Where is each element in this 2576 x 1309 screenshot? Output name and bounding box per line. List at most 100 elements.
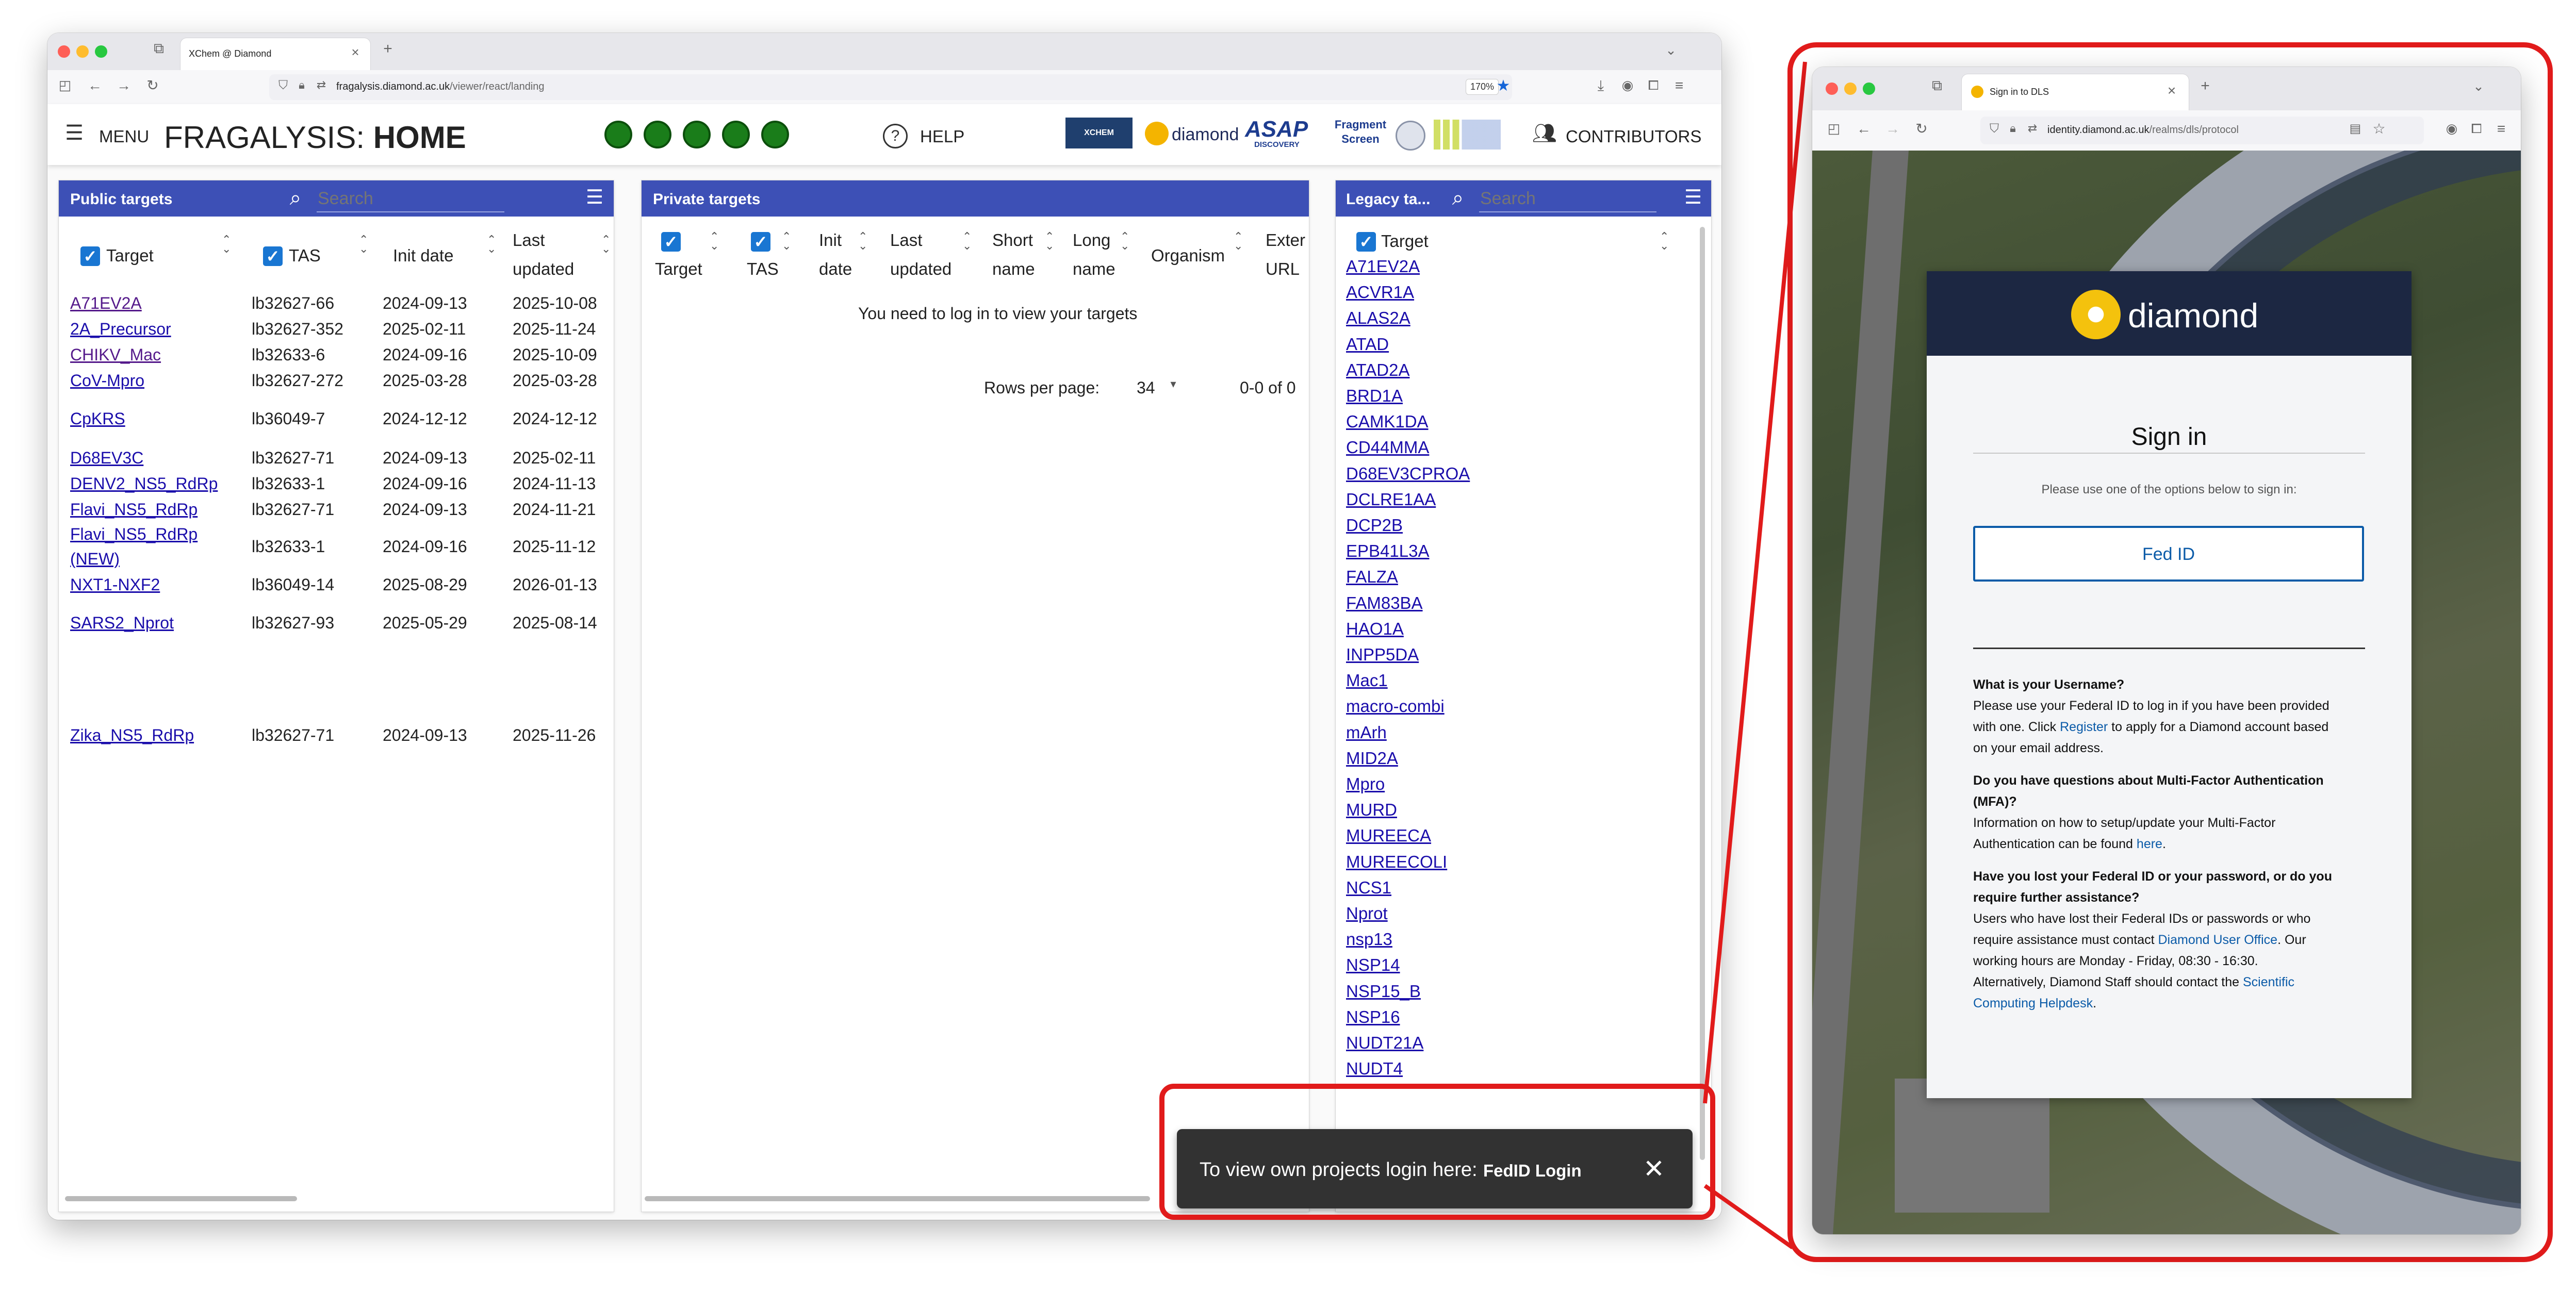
address-bar[interactable]: ⛉ 🔒︎ ⇄ identity.diamond.ac.uk/realms/dls… [1980,117,2424,144]
account-icon[interactable]: ◉ [1618,78,1637,92]
table-row[interactable]: A71EV2A lb32627-66 2024-09-13 2025-10-08 [59,290,614,316]
target-link[interactable]: NXT1-NXF2 [70,575,160,594]
legacy-target-link[interactable]: A71EV2A [1346,257,1420,276]
maximize-window-button[interactable] [95,45,107,58]
new-tab-icon[interactable]: + [2195,78,2216,94]
legacy-target-link[interactable]: CD44MMA [1346,438,1429,457]
table-row[interactable]: 2A_Precursor lb32627-352 2025-02-11 2025… [59,316,614,341]
public-targets-search-input[interactable] [317,186,504,212]
legacy-target-link[interactable]: BRD1A [1346,386,1403,406]
last-updated-column-header-line1[interactable]: Last [513,226,545,255]
table-row[interactable]: NXT1-NXF2 lb36049-14 2025-08-29 2026-01-… [59,573,614,599]
minimize-window-button[interactable] [76,45,89,58]
organism-sort-icon[interactable]: ⌃ ⌄ [1234,231,1243,252]
tas-sort-icon[interactable]: ⌃ ⌄ [782,231,791,252]
search-icon[interactable]: ⌕ [284,188,307,208]
contributors-button[interactable]: CONTRIBUTORS [1566,127,1701,146]
short-name-column-header-line2[interactable]: name [992,255,1035,284]
table-row[interactable]: Flavi_NS5_RdRp lb32627-71 2024-09-13 202… [59,496,614,522]
tab-groups-icon[interactable]: ⧉ [149,41,169,56]
organism-column-header[interactable]: Organism [1151,241,1225,270]
help-button[interactable]: HELP [920,127,964,146]
reader-view-icon[interactable]: ▤ [2347,123,2364,135]
extensions-icon[interactable]: ⧠ [1644,78,1663,92]
zoom-level-badge[interactable]: 170% [1466,79,1499,95]
new-tab-icon[interactable]: + [378,41,398,57]
target-sort-icon[interactable]: ⌃ ⌄ [1660,231,1669,252]
tas-column-header[interactable]: TAS [289,241,321,270]
sidebar-icon[interactable]: ◰ [1825,122,1843,135]
last-updated-column-header-line1[interactable]: Last [890,226,922,255]
close-tab-icon[interactable]: × [2164,84,2179,98]
bookmark-star-icon[interactable]: ☆ [2370,122,2388,136]
legacy-target-link[interactable]: ALAS2A [1346,308,1410,328]
target-sort-icon[interactable]: ⌃ ⌄ [710,231,719,252]
fedid-button[interactable]: Fed ID [1973,526,2364,582]
last-updated-column-header-line2[interactable]: updated [513,255,574,284]
legacy-target-link[interactable]: FALZA [1346,567,1398,587]
legacy-target-link[interactable]: NSP15_B [1346,982,1421,1001]
minimize-window-button[interactable] [1844,82,1857,95]
legacy-target-link[interactable]: DCP2B [1346,516,1403,535]
legacy-target-link[interactable]: nsp13 [1346,930,1392,949]
account-icon[interactable]: ◉ [2442,122,2461,135]
legacy-target-link[interactable]: mArh [1346,723,1387,742]
target-link[interactable]: CHIKV_Mac [70,345,161,364]
target-link[interactable]: 2A_Precursor [70,320,171,339]
help-icon[interactable]: ? [883,124,908,148]
table-row[interactable]: Zika_NS5_RdRp lb32627-71 2024-09-13 2025… [59,724,614,750]
legacy-targets-search-input[interactable] [1479,186,1656,212]
faq-link[interactable]: Scientific [2243,975,2294,989]
legacy-target-link[interactable]: ATAD2A [1346,360,1409,380]
tas-column-checkbox[interactable]: ✓ [751,232,770,252]
table-row[interactable]: CHIKV_Mac lb32633-6 2024-09-16 2025-10-0… [59,341,614,367]
last-updated-sort-icon[interactable]: ⌃ ⌄ [601,234,611,255]
legacy-target-link[interactable]: ACVR1A [1346,283,1414,302]
extensions-icon[interactable]: ⧠ [2467,122,2486,135]
tab-list-chevron-down-icon[interactable]: ⌄ [2468,79,2489,93]
target-link[interactable]: D68EV3C [70,449,143,468]
legacy-target-link[interactable]: ATAD [1346,335,1389,354]
table-row[interactable]: CpKRS lb36049-7 2024-12-12 2024-12-12 [59,405,614,431]
legacy-target-link[interactable]: NUDT4 [1346,1059,1403,1079]
legacy-target-link[interactable]: D68EV3CPROA [1346,464,1470,484]
target-link[interactable]: CpKRS [70,409,125,428]
target-column-checkbox[interactable]: ✓ [1356,232,1376,252]
tas-column-header[interactable]: TAS [747,255,779,284]
faq-link[interactable]: Register [2060,720,2108,734]
init-sort-icon[interactable]: ⌃ ⌄ [858,231,867,252]
last-sort-icon[interactable]: ⌃ ⌄ [962,231,972,252]
tab-sign-in[interactable]: Sign in to DLS × [1962,74,2189,110]
target-link[interactable]: A71EV2A [70,294,142,313]
tab-xchem[interactable]: XChem @ Diamond × [181,38,370,70]
legacy-target-link[interactable]: NUDT21A [1346,1033,1423,1053]
legacy-target-link[interactable]: MID2A [1346,749,1398,768]
back-icon[interactable]: ← [86,78,104,93]
long-name-column-header-line2[interactable]: name [1073,255,1115,284]
target-link[interactable]: Flavi_NS5_RdRp [70,525,198,544]
table-row[interactable]: DENV2_NS5_RdRp lb32633-1 2024-09-16 2024… [59,470,614,496]
target-link[interactable]: Flavi_NS5_RdRp [70,500,198,519]
target-link[interactable]: Zika_NS5_RdRp [70,726,194,745]
init-date-column-header[interactable]: Init date [393,241,453,270]
external-url-column-header-line1[interactable]: Exter [1266,226,1305,255]
tab-groups-icon[interactable]: ⧉ [1927,78,1947,93]
target-link-suffix[interactable]: (NEW) [70,550,120,569]
last-updated-column-header-line2[interactable]: updated [890,255,951,284]
faq-link[interactable]: Computing Helpdesk [1973,996,2093,1010]
menu-icon[interactable]: ☰ [63,123,86,143]
horizontal-scrollbar[interactable] [645,1196,1150,1201]
legacy-target-link[interactable]: MUREECA [1346,826,1431,846]
legacy-target-link[interactable]: NCS1 [1346,878,1391,898]
rows-per-page-select[interactable]: 34 ▾ [1135,374,1191,399]
target-link[interactable]: CoV-Mpro [70,371,144,390]
forward-icon[interactable]: → [114,78,133,93]
back-icon[interactable]: ← [1855,122,1873,136]
faq-link[interactable]: Diamond User Office [2158,933,2278,947]
menu-button[interactable]: MENU [99,127,149,146]
address-bar[interactable]: ⛉ 🔒︎ ⇄ fragalysis.diamond.ac.uk/viewer/r… [269,74,1512,100]
legacy-target-link[interactable]: NSP16 [1346,1007,1400,1027]
target-link[interactable]: DENV2_NS5_RdRp [70,474,218,493]
target-column-checkbox[interactable]: ✓ [661,232,681,252]
target-column-header[interactable]: Target [655,255,702,284]
